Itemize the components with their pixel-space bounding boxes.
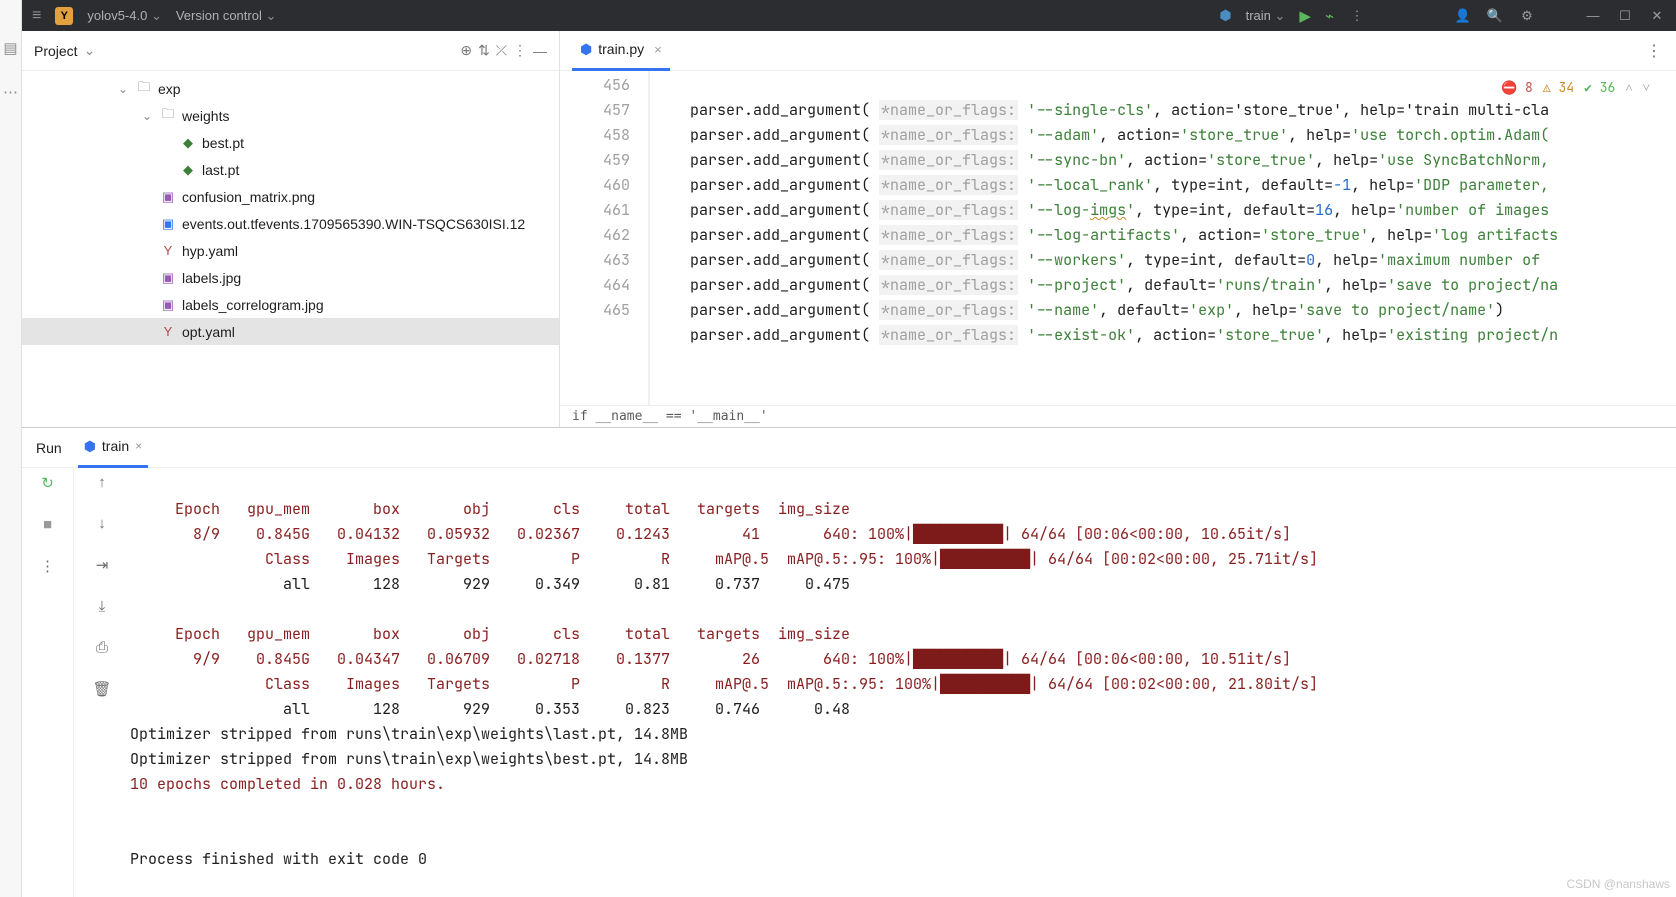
editor-tabs: ⬢ train.py × ⋮: [560, 31, 1676, 71]
run-tool-title: Run: [36, 440, 62, 456]
project-panel-header: Project ⌄ ⊕ ⇅ ⤫ ⋮ —: [22, 31, 559, 71]
more-actions-icon[interactable]: ⋮: [1348, 8, 1366, 24]
code-area[interactable]: parser.add_argument( *name_or_flags: '--…: [650, 71, 1676, 427]
soft-wrap-icon[interactable]: ⇥: [96, 556, 109, 574]
debug-icon[interactable]: ⌁: [1325, 7, 1334, 25]
tree-file-best[interactable]: ◆best.pt: [22, 129, 559, 156]
left-activity-bar: ▤ ⋯: [0, 0, 22, 897]
project-tool-icon[interactable]: ▤: [3, 40, 19, 56]
stop-icon[interactable]: ■: [43, 516, 52, 533]
editor-panel: ⬢ train.py × ⋮ ⛔ 8 ⚠ 34 ✔ 36 ˄ ˅ 4564574…: [560, 31, 1676, 427]
run-tool-window: Run ⬢ train × ↻ ■ ⋮ ↑ ↓ ⇥ ⤓ ⎙ 🗑 Epoch: [22, 427, 1676, 897]
tree-folder-weights[interactable]: ⌄🗀weights: [22, 102, 559, 129]
panel-options-icon[interactable]: ⋮: [513, 42, 527, 59]
expand-all-icon[interactable]: ⇅: [478, 42, 490, 59]
python-icon: ⬢: [1219, 7, 1231, 24]
close-run-tab-icon[interactable]: ×: [135, 439, 142, 453]
check-count: ✔ 36: [1584, 79, 1615, 96]
run-toolbar-right: ↑ ↓ ⇥ ⤓ ⎙ 🗑: [74, 468, 130, 897]
python-icon: ⬢: [84, 438, 96, 455]
prev-highlight-icon[interactable]: ˄: [1625, 79, 1632, 96]
editor-breadcrumb[interactable]: if __name__ == '__main__': [560, 405, 1676, 427]
tree-folder-exp[interactable]: ⌄🗀exp: [22, 75, 559, 102]
tree-file-last[interactable]: ◆last.pt: [22, 156, 559, 183]
error-count: ⛔ 8: [1501, 79, 1533, 96]
code-with-me-icon[interactable]: 👤: [1454, 8, 1472, 24]
titlebar: ≡ Y yolov5-4.0 Version control ⬢ train ▶…: [22, 0, 1676, 31]
hide-panel-icon[interactable]: —: [533, 43, 547, 59]
run-tabs: Run ⬢ train ×: [22, 428, 1676, 468]
tree-file-hyp[interactable]: Yhyp.yaml: [22, 237, 559, 264]
run-tab-train[interactable]: ⬢ train ×: [78, 428, 148, 468]
window-minimize-icon[interactable]: —: [1584, 8, 1602, 23]
run-options-icon[interactable]: ⋮: [40, 557, 55, 575]
project-panel: Project ⌄ ⊕ ⇅ ⤫ ⋮ — ⌄🗀exp ⌄🗀weights ◆bes…: [22, 31, 560, 427]
console-output[interactable]: Epoch gpu_mem box obj cls total targets …: [130, 468, 1676, 897]
run-icon[interactable]: ▶: [1299, 7, 1311, 25]
run-toolbar-left: ↻ ■ ⋮: [22, 468, 74, 897]
project-tree[interactable]: ⌄🗀exp ⌄🗀weights ◆best.pt ◆last.pt ▣confu…: [22, 71, 559, 427]
editor-tab-train[interactable]: ⬢ train.py ×: [572, 31, 670, 71]
line-gutter: 456457458459460461462463464465: [560, 71, 650, 427]
clear-icon[interactable]: 🗑: [92, 680, 111, 698]
editor-body[interactable]: ⛔ 8 ⚠ 34 ✔ 36 ˄ ˅ 4564574584594604614624…: [560, 71, 1676, 427]
close-tab-icon[interactable]: ×: [654, 42, 662, 57]
tree-file-opt[interactable]: Yopt.yaml: [22, 318, 559, 345]
down-stack-icon[interactable]: ↓: [98, 515, 106, 532]
window-close-icon[interactable]: ✕: [1648, 8, 1666, 24]
vcs-selector[interactable]: Version control: [176, 8, 277, 24]
editor-more-icon[interactable]: ⋮: [1646, 41, 1676, 61]
project-badge: Y: [55, 7, 73, 25]
window-maximize-icon[interactable]: ☐: [1616, 8, 1634, 24]
collapse-all-icon[interactable]: ⤫: [496, 42, 507, 59]
tree-file-labels-correlogram[interactable]: ▣labels_correlogram.jpg: [22, 291, 559, 318]
next-highlight-icon[interactable]: ˅: [1643, 79, 1650, 96]
project-panel-title: Project: [34, 43, 78, 59]
project-selector[interactable]: yolov5-4.0: [87, 8, 162, 24]
rerun-icon[interactable]: ↻: [41, 474, 54, 492]
warning-count: ⚠ 34: [1543, 79, 1574, 96]
structure-tool-icon[interactable]: ⋯: [3, 84, 19, 100]
scroll-to-end-icon[interactable]: ⤓: [99, 598, 106, 615]
search-everywhere-icon[interactable]: 🔍: [1486, 8, 1504, 24]
main-menu-icon[interactable]: ≡: [32, 7, 41, 25]
watermark: CSDN @nanshaws: [1566, 877, 1670, 891]
tree-file-confusion-matrix[interactable]: ▣confusion_matrix.png: [22, 183, 559, 210]
tree-file-labels[interactable]: ▣labels.jpg: [22, 264, 559, 291]
up-stack-icon[interactable]: ↑: [98, 474, 106, 491]
run-config-selector[interactable]: train: [1246, 8, 1286, 24]
locate-icon[interactable]: ⊕: [460, 42, 472, 59]
python-file-icon: ⬢: [580, 41, 592, 58]
inspection-widget[interactable]: ⛔ 8 ⚠ 34 ✔ 36 ˄ ˅: [1495, 77, 1656, 98]
print-icon[interactable]: ⎙: [96, 639, 108, 656]
tree-file-events[interactable]: ▣events.out.tfevents.1709565390.WIN-TSQC…: [22, 210, 559, 237]
settings-icon[interactable]: ⚙: [1518, 8, 1536, 24]
